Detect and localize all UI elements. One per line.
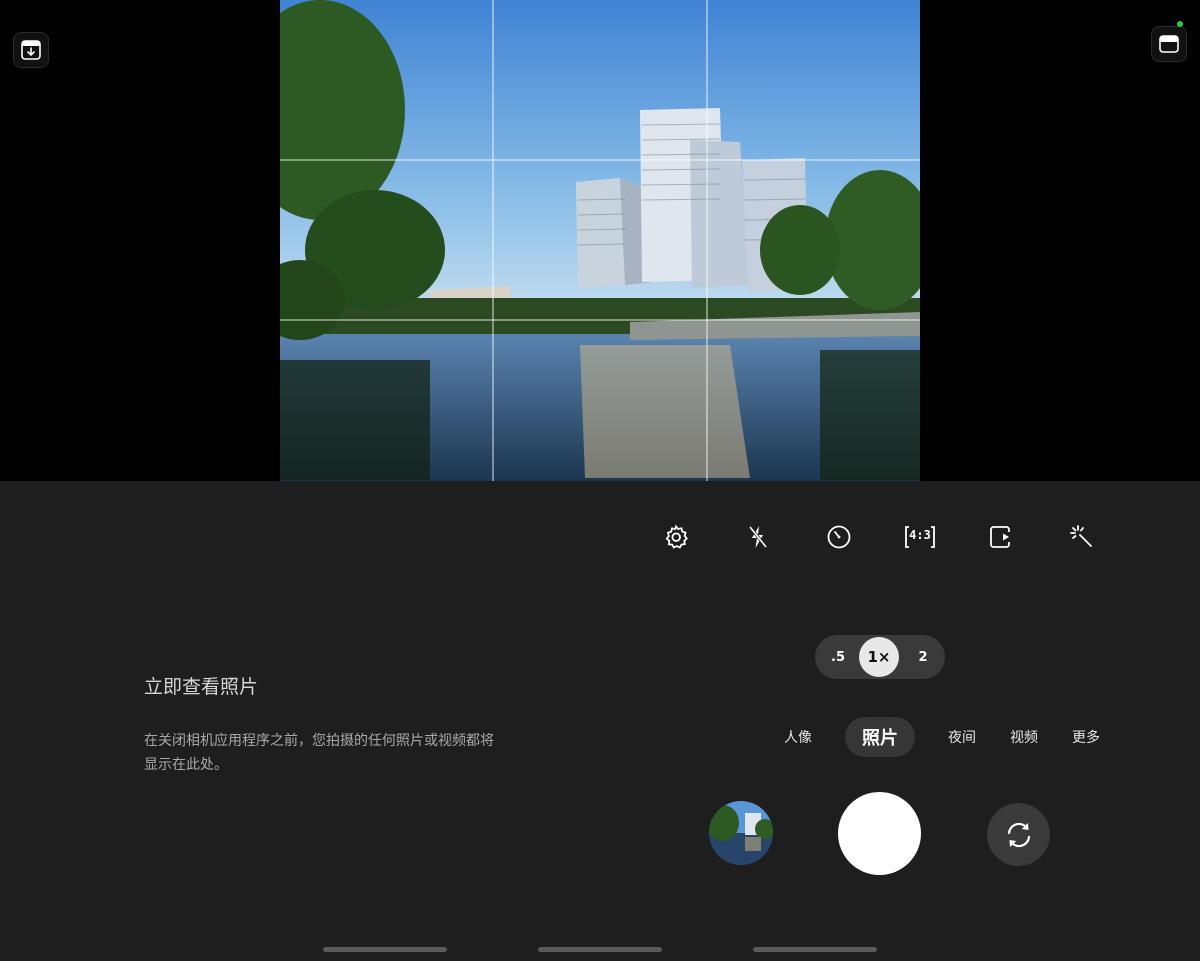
flash-button[interactable] — [738, 517, 778, 557]
window-icon — [1159, 35, 1179, 53]
zoom-option-0-5x[interactable]: .5 — [823, 635, 853, 679]
settings-button[interactable] — [656, 517, 696, 557]
mode-night[interactable]: 夜间 — [941, 727, 983, 747]
mode-portrait[interactable]: 人像 — [777, 727, 819, 747]
zoom-option-2x[interactable]: 2 — [909, 635, 937, 679]
import-button[interactable] — [13, 32, 49, 68]
motion-photo-button[interactable] — [981, 517, 1021, 557]
shutter-button[interactable] — [838, 792, 921, 875]
viewfinder[interactable] — [280, 0, 920, 481]
nav-handle-left[interactable] — [323, 947, 447, 952]
timer-icon — [827, 525, 851, 549]
flash-off-icon — [748, 526, 768, 548]
window-mode-button[interactable] — [1151, 26, 1187, 62]
zoom-selector: .5 1× 2 — [815, 635, 945, 679]
switch-camera-icon — [1007, 822, 1030, 847]
nav-handle-right[interactable] — [753, 947, 877, 952]
camera-controls-panel: 立即查看照片 在关闭相机应用程序之前，您拍摄的任何照片或视频都将显示在此处。 4… — [0, 481, 1200, 961]
camera-preview-area — [0, 0, 1200, 481]
aspect-ratio-button[interactable]: 4:3 — [899, 517, 941, 557]
aspect-ratio-label: 4:3 — [909, 528, 931, 542]
nav-handle-center[interactable] — [538, 947, 662, 952]
camera-in-use-indicator — [1177, 21, 1183, 27]
mode-video[interactable]: 视频 — [1003, 727, 1045, 747]
gallery-tip-title: 立即查看照片 — [144, 676, 259, 698]
download-icon — [21, 40, 41, 60]
timer-button[interactable] — [819, 517, 859, 557]
mode-more[interactable]: 更多 — [1065, 727, 1107, 747]
gallery-thumbnail[interactable] — [709, 801, 773, 865]
filters-button[interactable] — [1062, 517, 1102, 557]
switch-camera-button[interactable] — [987, 803, 1050, 866]
settings-icon — [665, 524, 688, 549]
gallery-tip-body: 在关闭相机应用程序之前，您拍摄的任何照片或视频都将显示在此处。 — [144, 733, 494, 773]
motion-photo-icon — [990, 526, 1010, 548]
filters-icon — [1070, 525, 1092, 547]
mode-photo[interactable]: 照片 — [845, 717, 915, 757]
zoom-option-1x[interactable]: 1× — [859, 637, 899, 677]
